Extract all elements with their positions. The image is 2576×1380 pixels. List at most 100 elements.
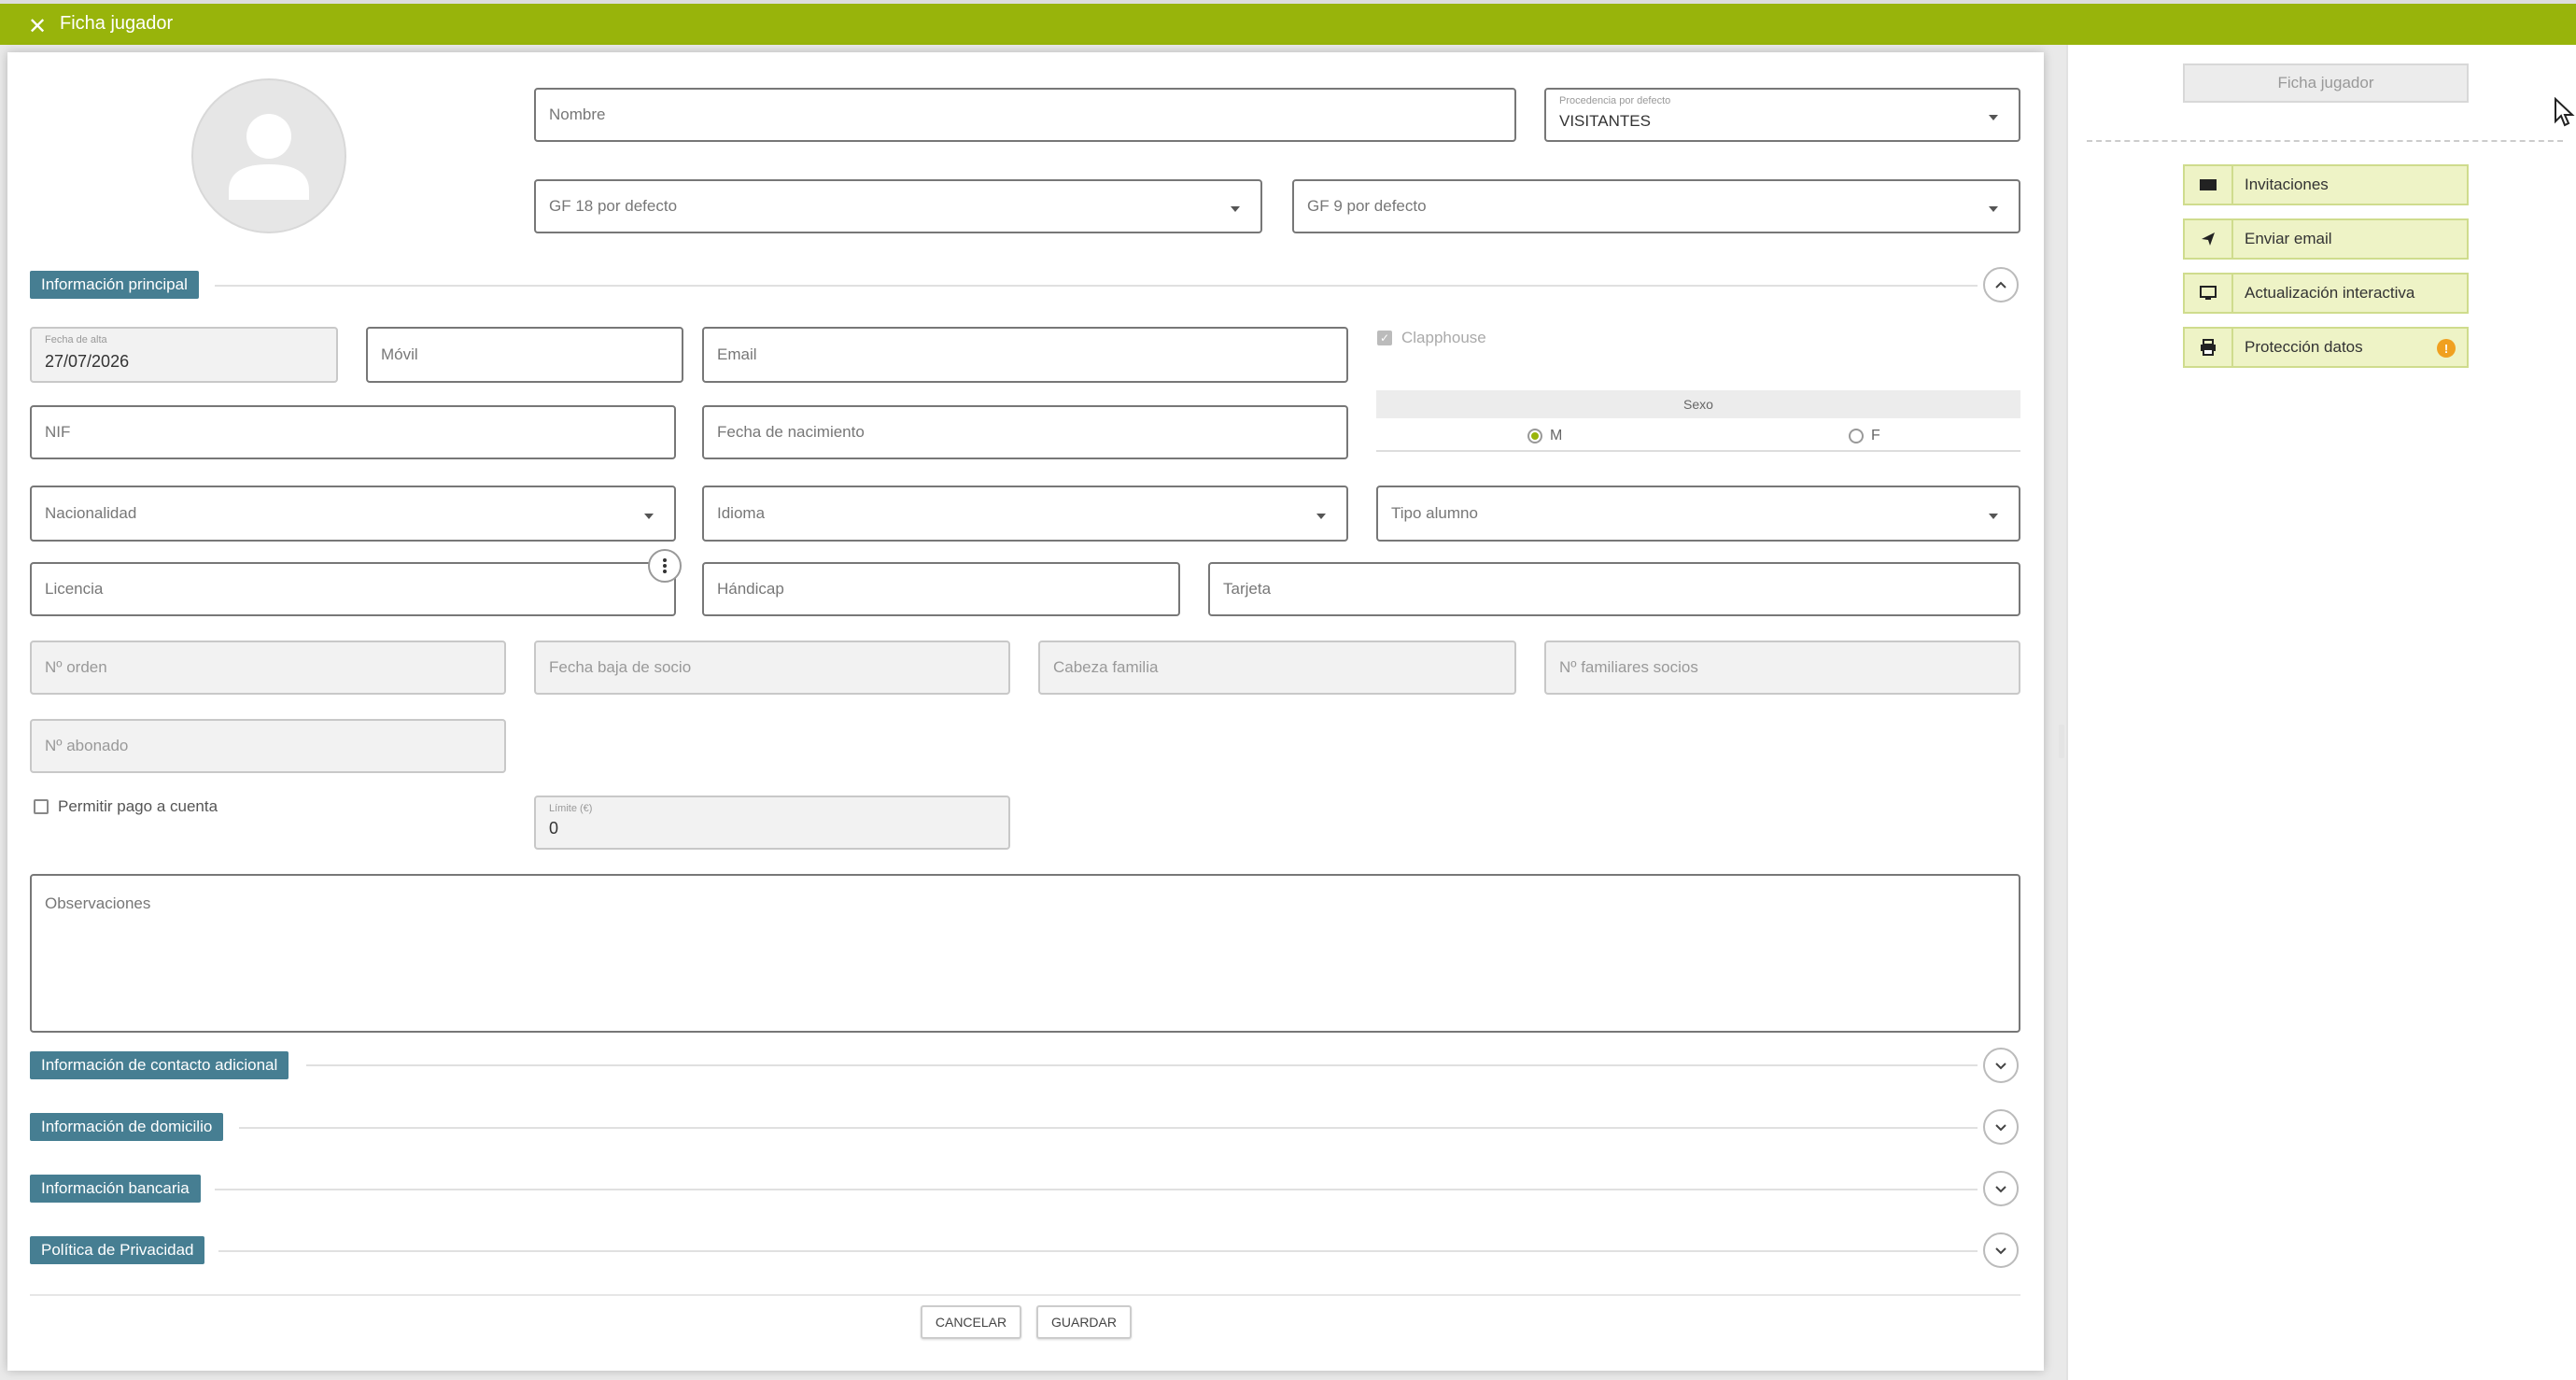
- chevron-down-icon: [1989, 514, 1998, 519]
- actualizacion-interactiva-button[interactable]: Actualización interactiva: [2183, 273, 2469, 314]
- sexo-f-label: F: [1871, 428, 1880, 444]
- more-vertical-icon: [663, 558, 667, 573]
- proteccion-datos-button[interactable]: Protección datos !: [2183, 327, 2469, 368]
- section-divider: [215, 1189, 1978, 1190]
- observaciones-textarea[interactable]: Observaciones: [30, 874, 2020, 1033]
- sexo-header: Sexo: [1376, 390, 2020, 418]
- licencia-options-button[interactable]: [648, 549, 682, 583]
- gf9-placeholder: GF 9 por defecto: [1307, 197, 1427, 215]
- handicap-placeholder: Hándicap: [717, 580, 784, 598]
- procedencia-label: Procedencia por defecto: [1559, 95, 1671, 106]
- expand-contacto-button[interactable]: [1983, 1048, 2019, 1083]
- section-divider: [306, 1064, 1978, 1066]
- radio-selected-icon: [1527, 429, 1542, 444]
- expand-privacidad-button[interactable]: [1983, 1232, 2019, 1268]
- handicap-field[interactable]: Hándicap: [702, 562, 1180, 616]
- tipo-alumno-select[interactable]: Tipo alumno: [1376, 486, 2020, 542]
- n-familiares-placeholder: Nº familiares socios: [1559, 658, 1698, 676]
- user-icon: [229, 114, 309, 200]
- gf18-select[interactable]: GF 18 por defecto: [534, 179, 1262, 233]
- warning-badge-icon: !: [2437, 339, 2456, 358]
- section-header-contacto[interactable]: Información de contacto adicional: [30, 1051, 289, 1079]
- side-panel: Ficha jugador Invitaciones Enviar email …: [2066, 45, 2576, 1380]
- fecha-nacimiento-placeholder: Fecha de nacimiento: [717, 423, 865, 441]
- expand-domicilio-button[interactable]: [1983, 1109, 2019, 1145]
- collapse-principal-button[interactable]: [1983, 267, 2019, 303]
- gf9-select[interactable]: GF 9 por defecto: [1292, 179, 2020, 233]
- nif-field[interactable]: NIF: [30, 405, 676, 459]
- permitir-pago-checkbox[interactable]: Permitir pago a cuenta: [34, 797, 218, 816]
- footer-divider: [30, 1294, 2020, 1296]
- expand-bancaria-button[interactable]: [1983, 1171, 2019, 1206]
- fecha-nacimiento-field[interactable]: Fecha de nacimiento: [702, 405, 1348, 459]
- ficha-jugador-button[interactable]: Ficha jugador: [2183, 63, 2469, 103]
- idioma-select[interactable]: Idioma: [702, 486, 1348, 542]
- clapphouse-label: Clapphouse: [1401, 329, 1486, 346]
- section-divider: [218, 1250, 1978, 1252]
- title-bar: ✕ Ficha jugador: [0, 0, 2576, 45]
- observaciones-placeholder: Observaciones: [45, 894, 151, 912]
- nacionalidad-placeholder: Nacionalidad: [45, 504, 137, 522]
- procedencia-select[interactable]: Procedencia por defecto VISITANTES: [1544, 88, 2020, 142]
- send-icon: [2185, 220, 2233, 258]
- invitaciones-button[interactable]: Invitaciones: [2183, 164, 2469, 205]
- chevron-down-icon: [1995, 1124, 2006, 1132]
- checkbox-checked-icon: ✓: [1377, 331, 1392, 345]
- panel-resize-handle[interactable]: [2059, 725, 2064, 758]
- licencia-field[interactable]: Licencia: [30, 562, 676, 616]
- proteccion-datos-label: Protección datos: [2245, 338, 2363, 356]
- chevron-up-icon: [1995, 281, 2006, 289]
- window-title: Ficha jugador: [60, 13, 174, 34]
- n-abonado-field: Nº abonado: [30, 719, 506, 773]
- email-placeholder: Email: [717, 345, 757, 363]
- section-header-domicilio[interactable]: Información de domicilio: [30, 1113, 224, 1141]
- n-abonado-placeholder: Nº abonado: [45, 737, 129, 754]
- chevron-down-icon: [1995, 1247, 2006, 1255]
- chevron-down-icon: [1989, 206, 1998, 212]
- clapphouse-checkbox[interactable]: ✓ Clapphouse: [1377, 329, 1486, 347]
- n-orden-field: Nº orden: [30, 641, 506, 695]
- avatar[interactable]: [191, 78, 346, 233]
- section-header-bancaria[interactable]: Información bancaria: [30, 1175, 201, 1203]
- fecha-alta-label: Fecha de alta: [45, 334, 107, 345]
- chevron-down-icon: [1995, 1063, 2006, 1070]
- radio-empty-icon: [1849, 429, 1864, 444]
- player-form-card: Nombre Procedencia por defecto VISITANTE…: [7, 52, 2044, 1371]
- tarjeta-placeholder: Tarjeta: [1223, 580, 1272, 598]
- invitaciones-label: Invitaciones: [2245, 176, 2329, 193]
- monitor-icon: [2185, 275, 2233, 312]
- section-header-principal[interactable]: Información principal: [30, 271, 199, 299]
- section-divider: [239, 1127, 1978, 1129]
- fecha-alta-value: 27/07/2026: [45, 352, 130, 371]
- movil-field[interactable]: Móvil: [366, 327, 683, 383]
- section-divider: [215, 285, 1978, 287]
- email-field[interactable]: Email: [702, 327, 1348, 383]
- chevron-down-icon: [1231, 206, 1240, 212]
- save-button[interactable]: GUARDAR: [1036, 1305, 1132, 1339]
- fecha-baja-placeholder: Fecha baja de socio: [549, 658, 692, 676]
- printer-icon: [2185, 329, 2233, 366]
- limite-value: 0: [549, 819, 559, 838]
- fecha-baja-field: Fecha baja de socio: [534, 641, 1010, 695]
- procedencia-value: VISITANTES: [1559, 112, 1651, 130]
- idioma-placeholder: Idioma: [717, 504, 766, 522]
- limite-field: Límite (€) 0: [534, 796, 1010, 850]
- ticket-icon: [2185, 166, 2233, 204]
- fecha-alta-field[interactable]: Fecha de alta 27/07/2026: [30, 327, 338, 383]
- nacionalidad-select[interactable]: Nacionalidad: [30, 486, 676, 542]
- close-icon[interactable]: ✕: [28, 13, 47, 40]
- nombre-field[interactable]: Nombre: [534, 88, 1516, 142]
- enviar-email-button[interactable]: Enviar email: [2183, 218, 2469, 260]
- panel-divider: [2087, 140, 2563, 142]
- sexo-f-radio[interactable]: F: [1849, 428, 1880, 444]
- limite-label: Límite (€): [549, 803, 593, 814]
- nif-placeholder: NIF: [45, 423, 71, 441]
- nombre-placeholder: Nombre: [549, 106, 606, 123]
- licencia-placeholder: Licencia: [45, 580, 104, 598]
- sexo-m-radio[interactable]: M: [1527, 428, 1562, 444]
- section-header-privacidad[interactable]: Política de Privacidad: [30, 1236, 205, 1264]
- cancel-button[interactable]: CANCELAR: [921, 1305, 1021, 1339]
- checkbox-empty-icon: [34, 799, 49, 814]
- movil-placeholder: Móvil: [381, 345, 418, 363]
- tarjeta-field[interactable]: Tarjeta: [1208, 562, 2020, 616]
